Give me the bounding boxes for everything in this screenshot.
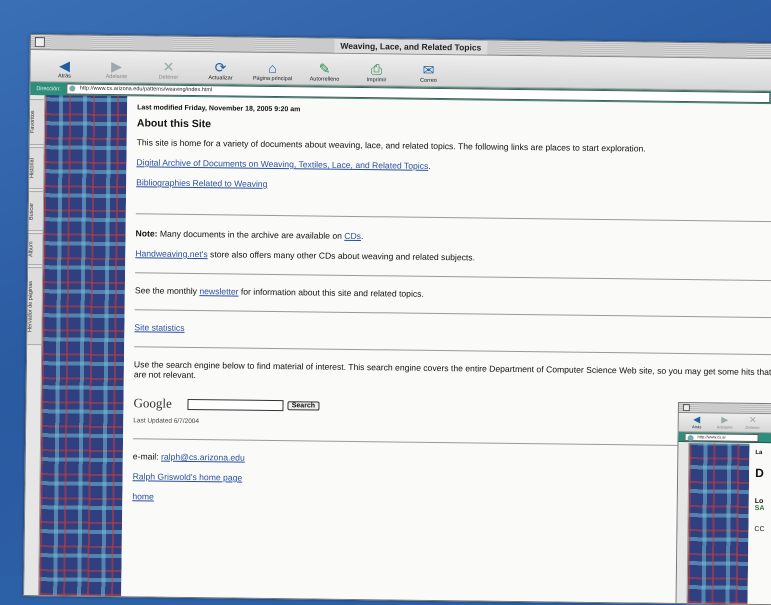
second-page-content: La D Lo SA CC <box>747 443 771 605</box>
page-content: Last modified Friday, November 18, 2005 … <box>121 96 771 605</box>
side-tab-favorites[interactable]: Favoritos <box>29 99 45 146</box>
forward-arrow-icon: ▶ <box>111 57 123 75</box>
second-back-button[interactable]: ◀ Atrás <box>685 414 709 431</box>
newsletter-line: See the monthly newsletter for informati… <box>134 285 424 299</box>
divider <box>134 309 771 319</box>
stats-line: Site statistics <box>134 322 771 340</box>
archive-link[interactable]: Digital Archive of Documents on Weaving,… <box>136 157 428 171</box>
page-heading: About this Site <box>136 117 212 131</box>
second-url-field[interactable]: http://www.cs.ar <box>684 432 759 442</box>
second-side-tabs <box>676 443 690 604</box>
plaid-background-strip <box>39 95 128 597</box>
google-logo: Google <box>133 395 172 411</box>
address-label: Dirección: <box>36 85 61 92</box>
stop-icon: ✕ <box>162 58 175 75</box>
second-browser-window: ◀ Atrás ▶ Adelante ✕ Detener http://www.… <box>675 402 771 605</box>
refresh-button[interactable]: ⟳ Actualizar <box>200 59 240 83</box>
archive-link-line: Digital Archive of Documents on Weaving,… <box>136 157 431 171</box>
browser-window: Weaving, Lace, and Related Topics ◀ Atrá… <box>23 34 771 605</box>
cds-link[interactable]: CDs <box>344 231 361 241</box>
forward-button[interactable]: ▶ Adelante <box>96 58 136 82</box>
print-button[interactable]: ⎙ Imprimir <box>356 61 396 85</box>
close-box-icon[interactable] <box>34 37 45 48</box>
search-intro: Use the search engine below to find mate… <box>133 359 771 381</box>
second-close-box-icon[interactable] <box>682 404 690 412</box>
second-forward-button[interactable]: ▶ Adelante <box>713 414 737 431</box>
mail-icon: ✉ <box>422 61 435 78</box>
autofill-button[interactable]: ✎ Autorrelleno <box>304 60 344 84</box>
second-heading: D <box>755 465 764 481</box>
site-statistics-link[interactable]: Site statistics <box>134 322 184 333</box>
second-line-4: SA <box>754 504 765 513</box>
mail-button[interactable]: ✉ Correo <box>408 62 448 86</box>
divider <box>133 438 771 448</box>
divider <box>135 272 771 282</box>
stop-button[interactable]: ✕ Detener <box>148 58 188 82</box>
divider <box>134 346 771 356</box>
autofill-icon: ✎ <box>318 60 331 77</box>
second-plaid-strip <box>687 443 750 604</box>
last-modified: Last modified Friday, November 18, 2005 … <box>137 104 301 114</box>
back-arrow-icon: ◀ <box>59 57 71 74</box>
home-line: home <box>132 491 771 509</box>
handweaving-link[interactable]: Handweaving.net's <box>135 248 207 259</box>
divider <box>135 213 771 223</box>
griswold-home-page-link[interactable]: Ralph Griswold's home page <box>133 471 243 482</box>
email-link[interactable]: ralph@cs.arizona.edu <box>161 452 245 463</box>
bibliographies-link[interactable]: Bibliographies Related to Weaving <box>136 177 267 189</box>
handweaving-line: Handweaving.net's store also offers many… <box>135 248 476 263</box>
second-line-5: CC <box>754 525 765 534</box>
side-tab-history[interactable]: Historial <box>29 147 44 190</box>
home-page-line: Ralph Griswold's home page <box>133 471 771 489</box>
window-title: Weaving, Lace, and Related Topics <box>334 38 488 55</box>
second-title-bar[interactable] <box>678 403 771 415</box>
forward-arrow-icon: ▶ <box>721 414 729 425</box>
second-line-1: La <box>755 449 763 457</box>
back-arrow-icon: ◀ <box>693 414 701 425</box>
bibliographies-line: Bibliographies Related to Weaving <box>136 177 771 195</box>
email-line: e-mail: ralph@cs.arizona.edu <box>132 451 245 463</box>
print-icon: ⎙ <box>370 61 383 78</box>
note-line: Note: Many documents in the archive are … <box>135 228 364 242</box>
search-button[interactable]: Search <box>287 400 320 411</box>
side-tab-album[interactable]: Álbum <box>28 232 43 266</box>
second-address-bar: http://www.cs.ar <box>678 432 771 444</box>
second-stop-button[interactable]: ✕ Detener <box>741 415 765 432</box>
side-tab-page-holder[interactable]: Hervador de páginas <box>27 266 43 346</box>
back-button[interactable]: ◀ Atrás <box>44 57 84 81</box>
intro-text: This site is home for a variety of docum… <box>136 137 646 154</box>
browser-body: Favoritos Historial Buscar Álbum Hervado… <box>24 95 771 605</box>
home-icon: ⌂ <box>268 59 277 77</box>
second-toolbar: ◀ Atrás ▶ Adelante ✕ Detener <box>678 413 771 434</box>
google-search-box: Google Search <box>133 395 771 419</box>
newsletter-link[interactable]: newsletter <box>199 286 238 296</box>
search-input[interactable] <box>187 398 284 411</box>
refresh-icon: ⟳ <box>214 59 227 76</box>
stop-icon: ✕ <box>748 414 757 425</box>
last-updated: Last Updated 6/7/2004 <box>133 417 200 426</box>
side-tab-search[interactable]: Buscar <box>28 191 44 232</box>
second-browser-body: La D Lo SA CC <box>676 443 771 605</box>
home-link[interactable]: home <box>132 491 154 501</box>
home-page-button[interactable]: ⌂ Página principal <box>252 60 292 84</box>
